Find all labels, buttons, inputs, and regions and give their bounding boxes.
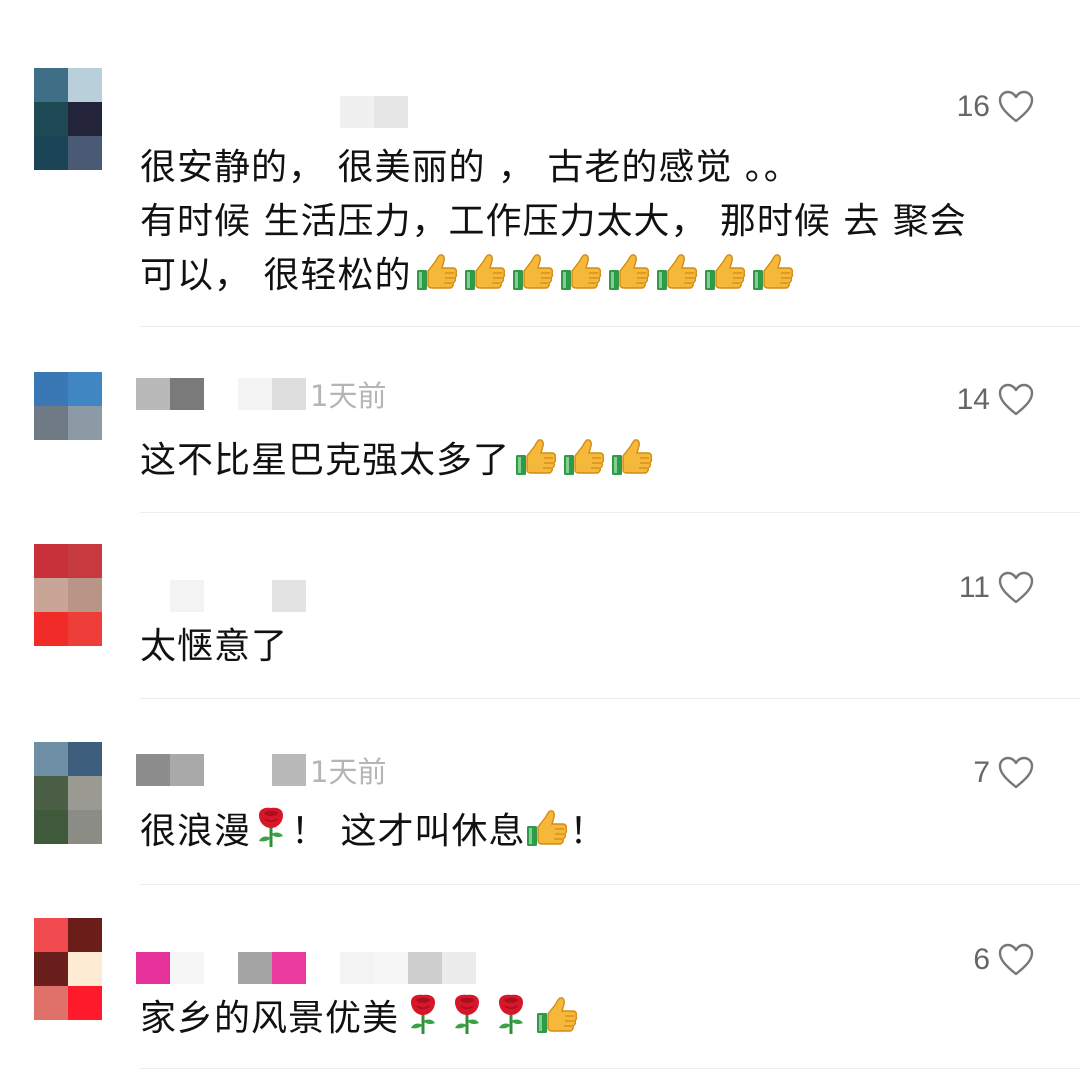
thumbs-up-icon (607, 253, 651, 309)
rose-icon (251, 805, 291, 865)
comment-text: 太惬意了 (140, 620, 1030, 674)
divider (140, 326, 1080, 327)
username-row[interactable]: 1天前 (136, 752, 387, 789)
like-count: 16 (956, 90, 990, 123)
rose-icon (403, 992, 443, 1052)
divider (140, 884, 1080, 885)
avatar[interactable] (34, 918, 102, 1020)
comment-time: 1天前 (310, 379, 387, 413)
thumbs-up-icon (562, 438, 606, 494)
rose-icon (447, 992, 487, 1052)
like-button[interactable]: 11 (959, 571, 1034, 605)
comment-line: 有时候 生活压力，工作压力太大， 那时候 去 聚会 (140, 201, 967, 242)
like-button[interactable]: 14 (957, 383, 1034, 417)
heart-outline-icon[interactable] (998, 383, 1034, 417)
thumbs-up-icon (703, 253, 747, 309)
heart-outline-icon[interactable] (998, 943, 1034, 977)
like-button[interactable]: 16 (957, 90, 1034, 124)
thumbs-up-icon (535, 996, 579, 1052)
thumbs-up-icon (559, 253, 603, 309)
username-blurred[interactable] (136, 754, 170, 786)
like-count: 11 (958, 571, 990, 604)
heart-outline-icon[interactable] (998, 756, 1034, 790)
like-button[interactable]: 6 (973, 943, 1034, 977)
username-row[interactable] (136, 950, 476, 986)
comment-text: 很浪漫 ！ 这才叫休息 ！ (140, 805, 1030, 865)
avatar[interactable] (34, 544, 102, 646)
thumbs-up-icon (463, 253, 507, 309)
thumbs-up-icon (511, 253, 555, 309)
comment-text: 很安静的， 很美丽的 ， 古老的感觉 。。 有时候 生活压力，工作压力太大， 那… (140, 141, 1030, 309)
username-row[interactable] (136, 578, 306, 614)
heart-outline-icon[interactable] (998, 90, 1034, 124)
thumbs-up-icon (751, 253, 795, 309)
username-blurred[interactable] (340, 96, 374, 128)
comment-line: 这不比星巴克强太多了 (140, 440, 511, 481)
thumbs-up-icon (610, 438, 654, 494)
like-count: 6 (973, 943, 990, 976)
divider (140, 698, 1080, 699)
thumbs-up-icon (525, 809, 569, 865)
rose-icon (491, 992, 531, 1052)
thumbs-up-icon (655, 253, 699, 309)
emoji-run (399, 994, 579, 1039)
username-row[interactable]: 1天前 (136, 376, 387, 413)
thumbs-up-icon (415, 253, 459, 309)
comment-line: 很浪漫 (140, 811, 252, 852)
comment-line: 太惬意了 (140, 626, 289, 667)
divider (140, 1068, 1080, 1069)
divider (140, 512, 1080, 513)
emoji-run (510, 439, 654, 481)
comment-line: 可以， 很轻松的 (140, 255, 412, 296)
username-blurred[interactable] (170, 580, 204, 612)
comment-line: ！ 这才叫休息 (291, 811, 526, 852)
like-count: 14 (956, 383, 990, 416)
comment-time: 1天前 (310, 755, 387, 789)
heart-outline-icon[interactable] (998, 571, 1034, 605)
avatar[interactable] (34, 742, 102, 844)
like-count: 7 (973, 756, 990, 789)
username-blurred[interactable] (136, 952, 170, 984)
like-button[interactable]: 7 (973, 756, 1034, 790)
comment-text: 家乡的风景优美 (140, 992, 1030, 1052)
username-blurred[interactable] (136, 378, 170, 410)
comment-line: ！ (569, 811, 607, 852)
comment-text: 这不比星巴克强太多了 (140, 434, 1030, 494)
comment-line: 很安静的， 很美丽的 ， 古老的感觉 。。 (140, 147, 801, 188)
username-row[interactable] (136, 94, 408, 130)
avatar[interactable] (34, 372, 102, 474)
comment-line: 家乡的风景优美 (140, 998, 400, 1039)
avatar[interactable] (34, 68, 102, 170)
thumbs-up-icon (514, 438, 558, 494)
emoji-run (411, 254, 795, 296)
